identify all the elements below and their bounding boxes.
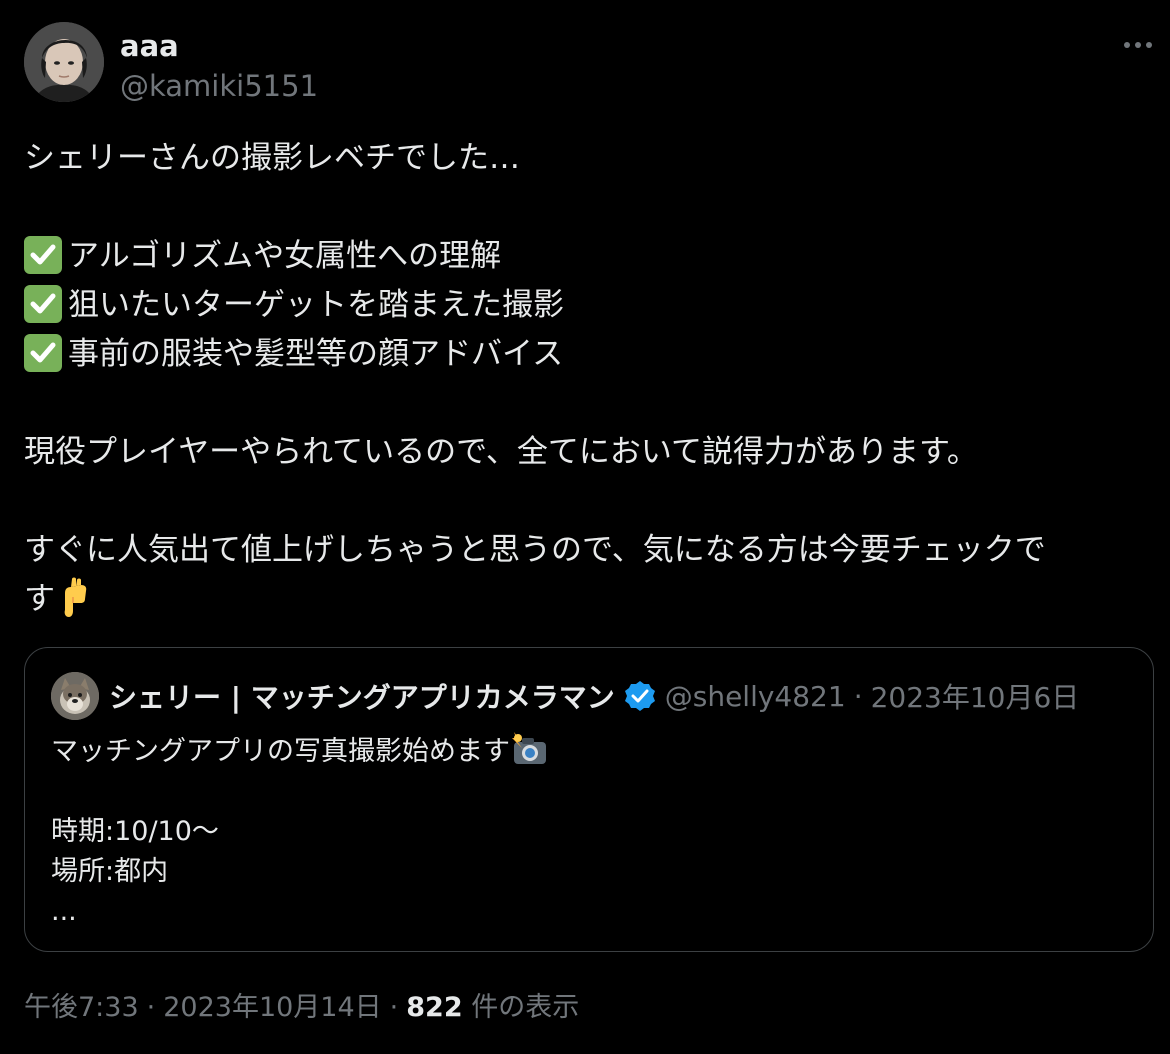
user-avatar-photo-icon [24, 22, 104, 102]
views-label: 件の表示 [471, 992, 580, 1023]
separator-dot: · [853, 679, 863, 713]
checklist-item: アルゴリズムや女属性への理解 [24, 232, 1156, 281]
quoted-author-name[interactable]: シェリー | マッチングアプリカメラマン [109, 676, 615, 716]
quoted-line: 場所:都内 [51, 856, 169, 887]
tweet-meta: 午後7:33 · 2023年10月14日 · 822 件の表示 [24, 990, 579, 1026]
quoted-tweet-text: マッチングアプリの写真撮影始めます 時期:10/10〜 場所:都内 ... [51, 730, 550, 932]
tweet-line: シェリーさんの撮影レベチでした… [24, 140, 520, 176]
tweet-line-last: す [24, 575, 1156, 624]
author-display-name[interactable]: aaa [120, 28, 179, 64]
tweet-line-text: す [24, 581, 55, 617]
white-check-mark-emoji-icon [24, 236, 62, 274]
white-check-mark-emoji-icon [24, 285, 62, 323]
checklist-item: 事前の服装や髪型等の顔アドバイス [24, 330, 1156, 379]
tweet-line: すぐに人気出て値上げしちゃうと思うので、気になる方は今要チェックで [24, 532, 1046, 568]
quoted-tweet-card[interactable]: シェリー | マッチングアプリカメラマン @shelly4821 · 2023年… [24, 647, 1154, 952]
quoted-line: 時期:10/10〜 [51, 816, 219, 847]
quoted-line: マッチングアプリの写真撮影始めます [51, 730, 550, 772]
quoted-author-avatar[interactable] [51, 672, 99, 720]
camera-with-flash-emoji-icon [510, 730, 550, 768]
backhand-index-pointing-down-emoji-icon [55, 577, 93, 619]
quoted-tweet-header: シェリー | マッチングアプリカメラマン @shelly4821 · 2023年… [109, 674, 1079, 718]
white-check-mark-emoji-icon [24, 334, 62, 372]
views-count[interactable]: 822 [406, 992, 462, 1023]
quoted-author-handle[interactable]: @shelly4821 [665, 680, 846, 713]
checklist-item: 狙いたいターゲットを踏まえた撮影 [24, 281, 1156, 330]
tweet-time[interactable]: 午後7:33 [24, 992, 139, 1023]
checklist-item-text: 事前の服装や髪型等の顔アドバイス [68, 336, 564, 372]
tweet-container: aaa @kamiki5151 シェリーさんの撮影レベチでした… アルゴリズムや… [24, 22, 1156, 1023]
quoted-tweet-date[interactable]: 2023年10月6日 [871, 676, 1080, 716]
tweet-date[interactable]: 2023年10月14日 [163, 992, 381, 1023]
separator-dot: · [146, 992, 156, 1023]
more-options-button[interactable] [1120, 30, 1156, 60]
author-handle[interactable]: @kamiki5151 [120, 68, 318, 104]
quoted-line: ... [51, 896, 77, 927]
tweet-text: シェリーさんの撮影レベチでした… アルゴリズムや女属性への理解 狙いたいターゲッ… [24, 134, 1156, 624]
tweet-header: aaa @kamiki5151 [24, 22, 1156, 106]
checklist-item-text: 狙いたいターゲットを踏まえた撮影 [68, 287, 564, 323]
separator-dot: · [389, 992, 399, 1023]
author-avatar[interactable] [24, 22, 104, 102]
verified-badge-icon [623, 679, 657, 713]
tweet-line: 現役プレイヤーやられているので、全てにおいて説得力があります。 [24, 434, 978, 470]
quoted-line-text: マッチングアプリの写真撮影始めます [51, 736, 510, 767]
checklist-item-text: アルゴリズムや女属性への理解 [68, 238, 502, 274]
more-options-icon [1124, 42, 1152, 48]
dog-avatar-icon [51, 672, 99, 720]
